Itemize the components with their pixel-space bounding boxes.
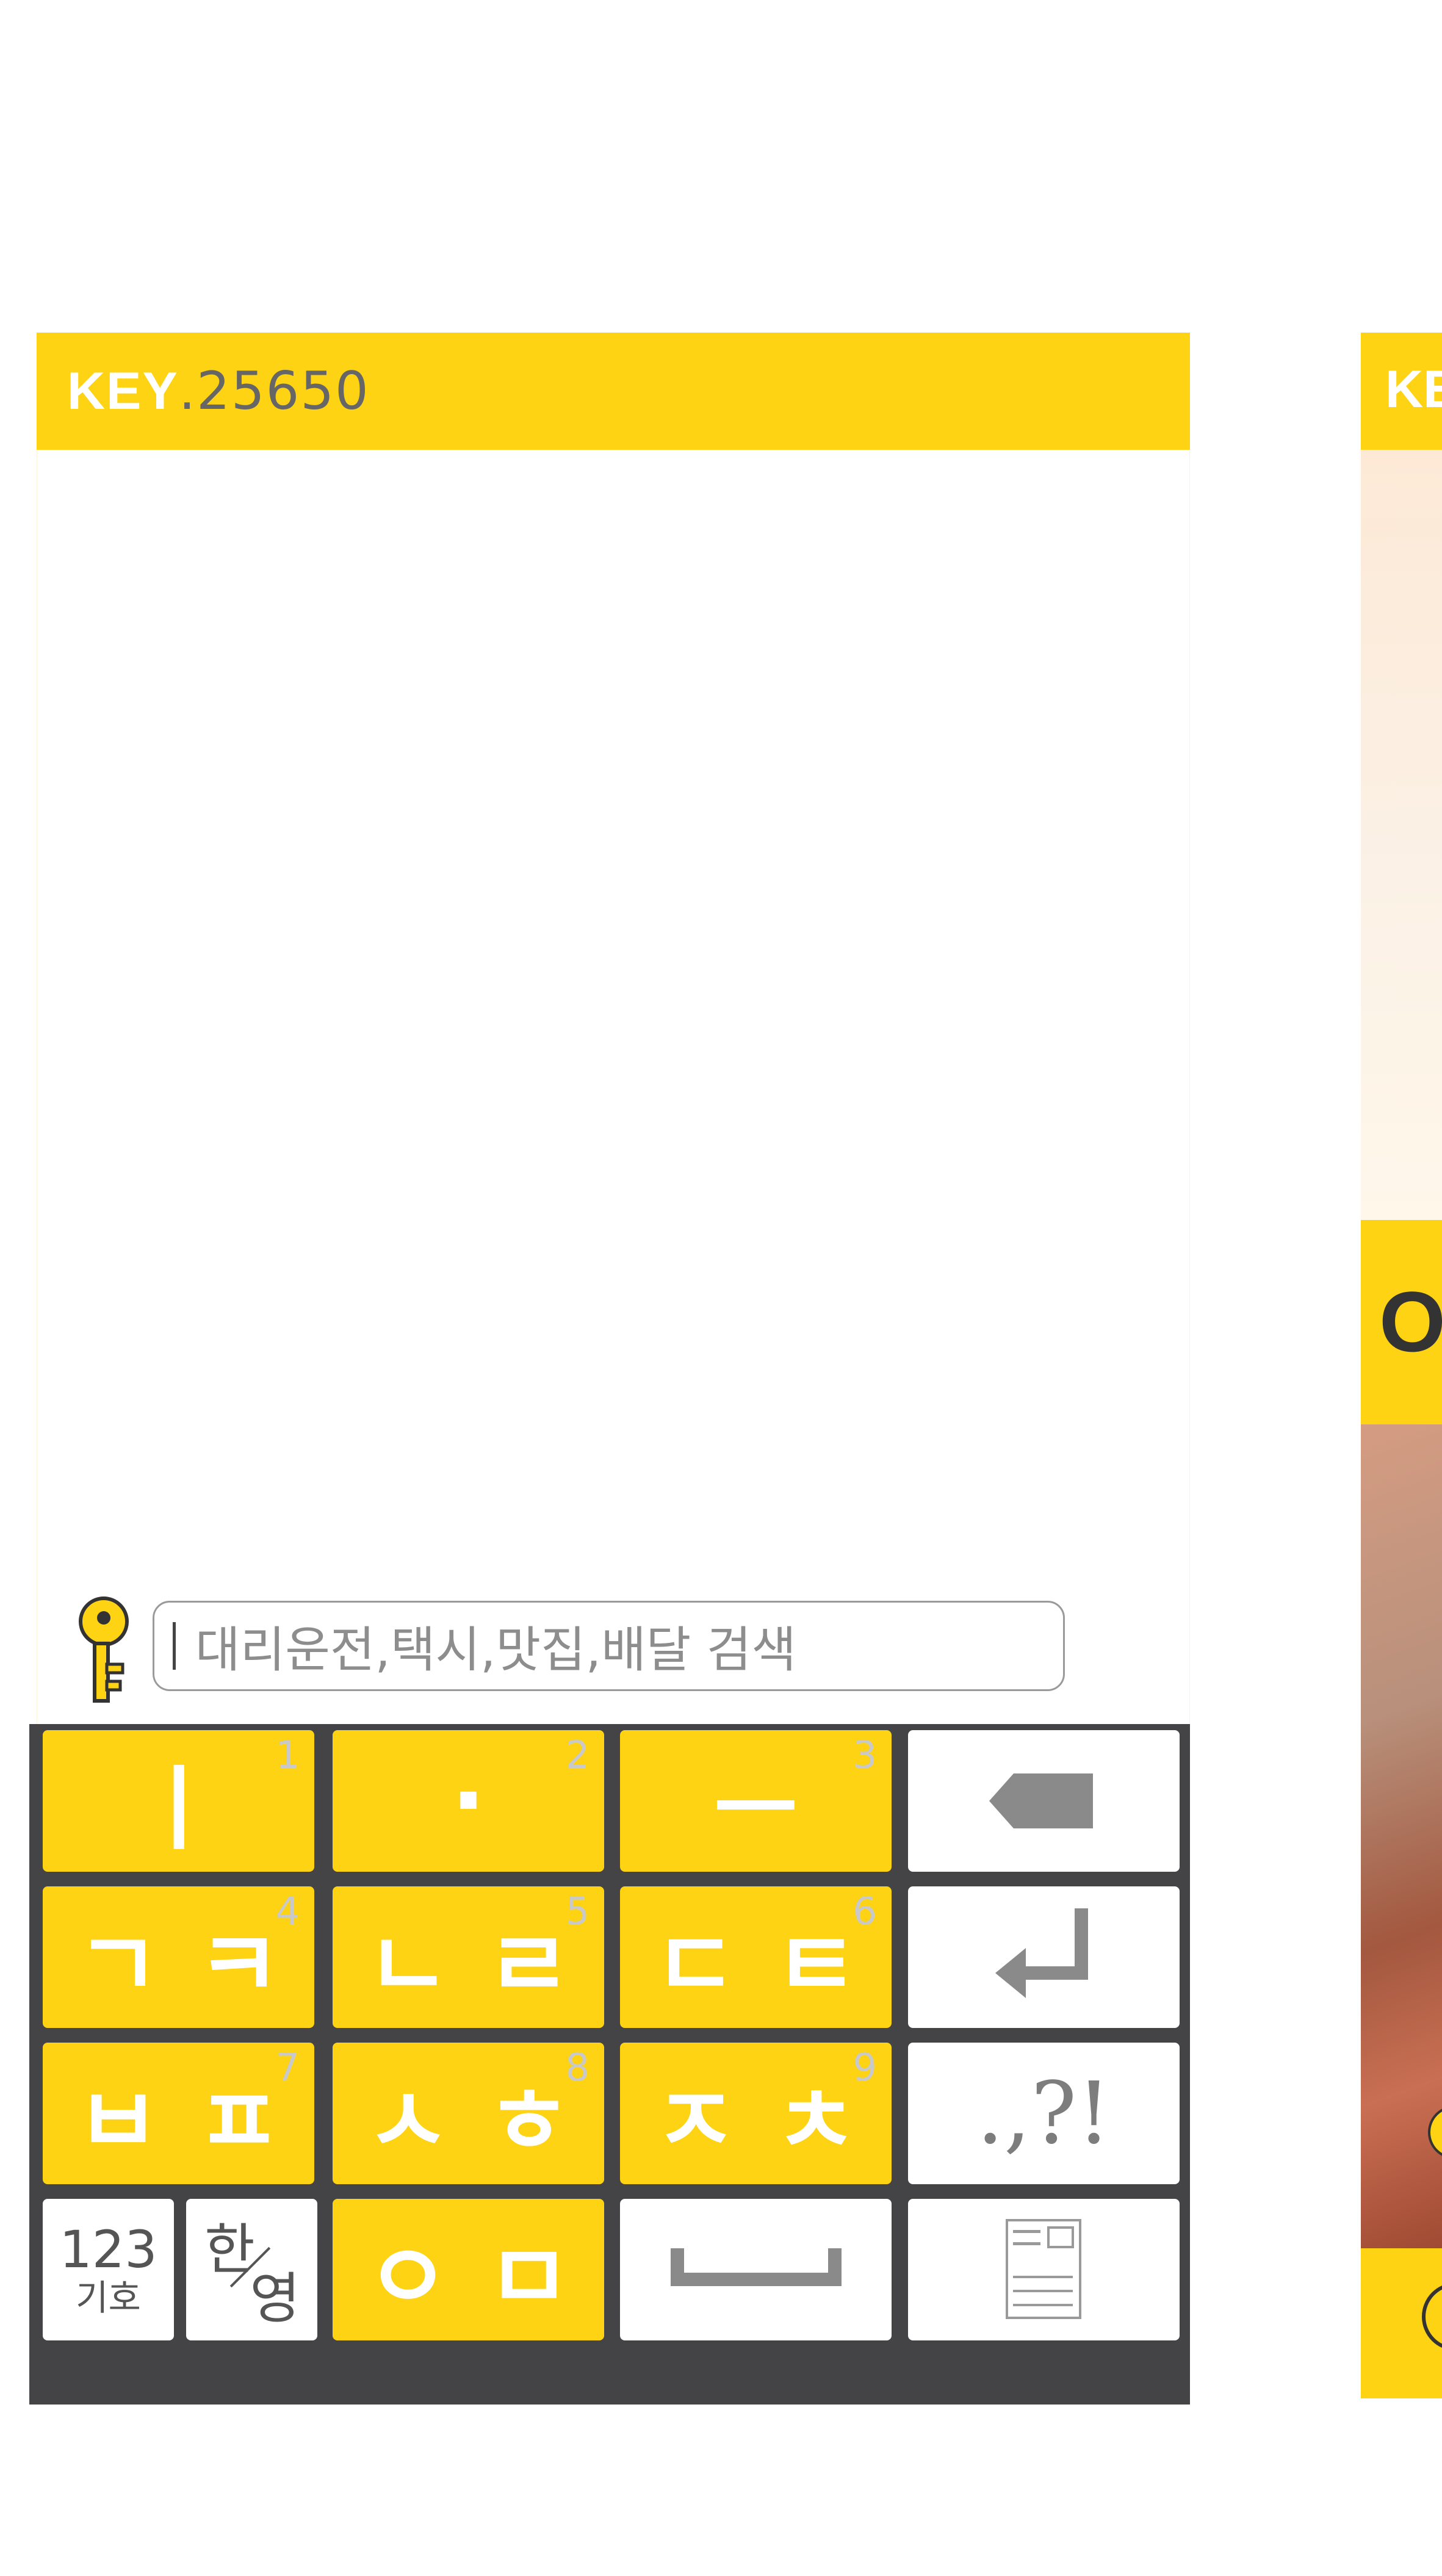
app-title: KEY.25650 <box>67 361 370 422</box>
key-4[interactable]: ㄱㅋ 4 <box>43 1886 314 2028</box>
content-area <box>37 450 1190 1731</box>
key-7[interactable]: ㅂㅍ 7 <box>43 2043 314 2184</box>
key-number: 9 <box>853 2045 877 2090</box>
memo-icon <box>1005 2219 1081 2319</box>
key-number: 1 <box>275 1733 300 1777</box>
keyboard: ㅣ 1 · 2 ㅡ 3 ㄱㅋ 4 ㄴㄹ 5 ㄷㅌ 6 ㅂㅍ 7 ㅅㅎ 8 ㅈㅊ … <box>29 1724 1190 2405</box>
punctuation-button[interactable]: .,?! <box>908 2043 1180 2184</box>
backspace-button[interactable] <box>908 1730 1180 1872</box>
key-logo-icon <box>79 1596 129 1703</box>
key-number: 4 <box>275 1889 300 1933</box>
symbols-mode-bottom: 기호 <box>76 2277 141 2318</box>
right-band-text: O <box>1379 1274 1442 1369</box>
language-bottom: 영 <box>250 2267 300 2331</box>
right-title-text: KEY <box>1385 360 1442 419</box>
key-2[interactable]: · 2 <box>333 1730 604 1872</box>
key-9[interactable]: ㅈㅊ 9 <box>620 2043 892 2184</box>
key-glyph: ㅣ <box>136 1756 258 1863</box>
backspace-icon <box>989 1773 1093 1828</box>
key-8[interactable]: ㅅㅎ 8 <box>333 2043 604 2184</box>
symbols-mode-button[interactable]: 123 기호 <box>43 2199 174 2340</box>
key-6[interactable]: ㄷㅌ 6 <box>620 1886 892 2028</box>
key-number: 6 <box>853 1889 877 1933</box>
language-top: 한 <box>204 2218 255 2282</box>
right-photo-top <box>1361 450 1442 1220</box>
key-5[interactable]: ㄴㄹ 5 <box>333 1886 604 2028</box>
punctuation-label: .,?! <box>976 2063 1111 2163</box>
key-number: 8 <box>565 2045 589 2090</box>
key-1[interactable]: ㅣ 1 <box>43 1730 314 1872</box>
title-bar: KEY.25650 <box>37 333 1190 450</box>
space-button[interactable] <box>620 2199 892 2340</box>
key-glyph: ㅡ <box>713 1756 835 1863</box>
language-toggle-button[interactable]: 한 영 <box>186 2199 317 2340</box>
symbols-mode-top: 123 <box>59 2220 157 2279</box>
key-number: 2 <box>565 1733 589 1777</box>
memo-button[interactable] <box>908 2199 1180 2340</box>
title-number: .25650 <box>178 361 370 422</box>
text-caret <box>173 1622 176 1670</box>
search-input[interactable]: 대리운전,택시,맛집,배달 검색 <box>153 1601 1065 1691</box>
key-number: 7 <box>275 2045 300 2090</box>
key-3[interactable]: ㅡ 3 <box>620 1730 892 1872</box>
key-glyph: · <box>451 1748 522 1854</box>
key-number: 3 <box>853 1733 877 1777</box>
enter-icon <box>995 1908 1088 1998</box>
title-brand: KEY <box>67 362 179 420</box>
space-icon <box>670 2248 842 2286</box>
enter-button[interactable] <box>908 1886 1180 2028</box>
phone-right: KEY O <box>1361 333 1442 2398</box>
search-placeholder: 대리운전,택시,맛집,배달 검색 <box>195 1622 796 1678</box>
key-number: 5 <box>565 1889 589 1933</box>
phone-left: KEY.25650 대리운전,택시,맛집,배달 검색 ㅣ 1 · 2 ㅡ 3 ㄱ… <box>29 333 1190 2405</box>
key-glyph: ㅇㅁ <box>366 2224 608 2331</box>
key-0[interactable]: ㅇㅁ <box>333 2199 604 2340</box>
